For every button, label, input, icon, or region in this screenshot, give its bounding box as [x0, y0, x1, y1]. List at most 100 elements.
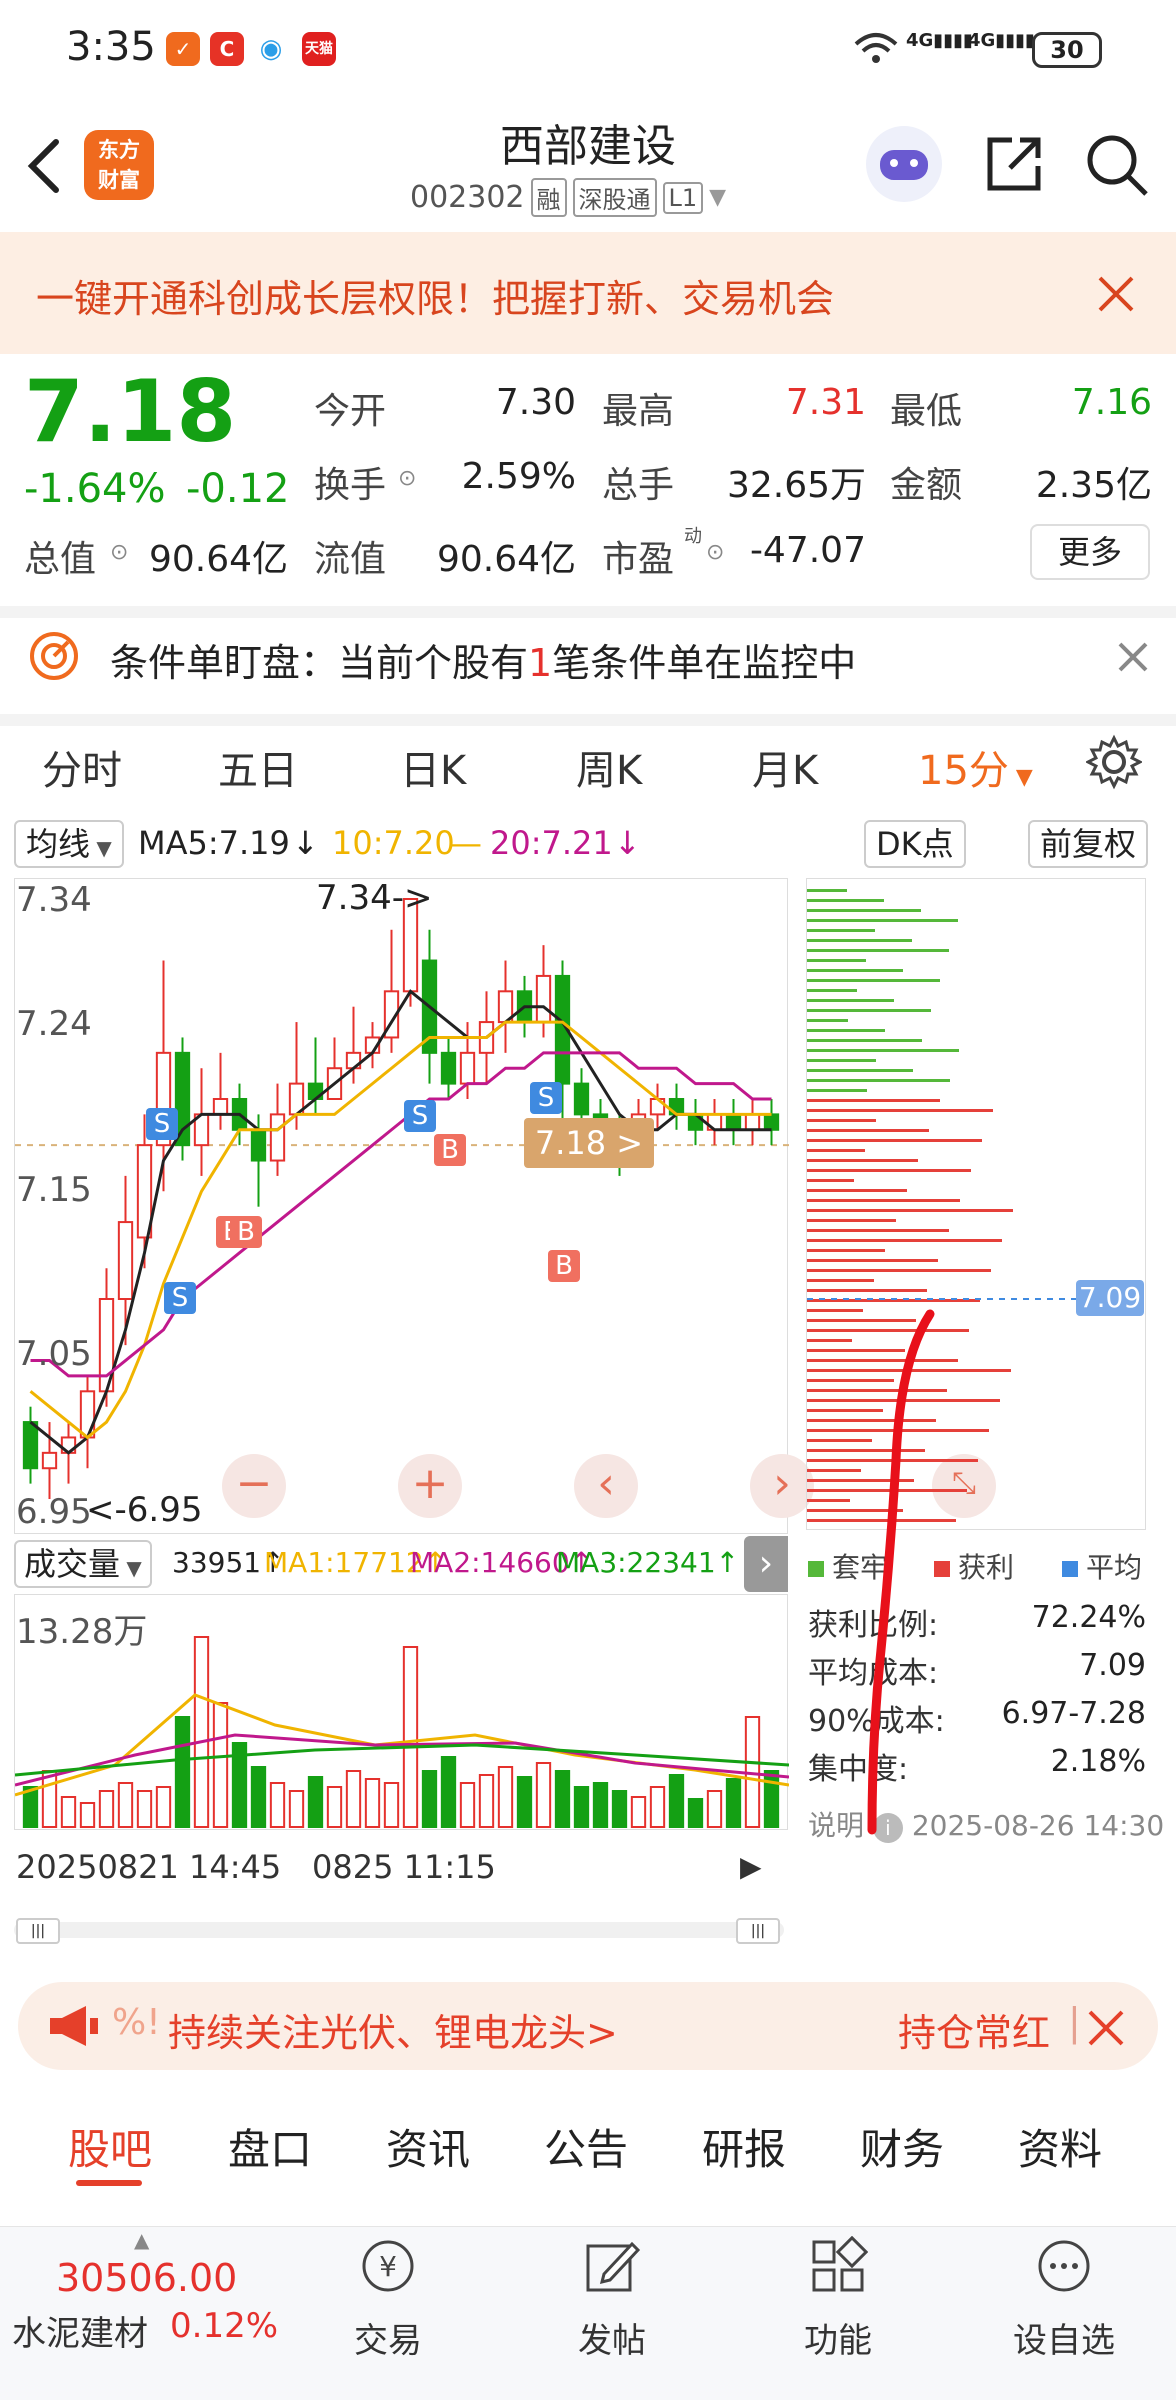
chip-distribution[interactable]	[806, 878, 1146, 1530]
profit-chip-bar	[807, 1159, 918, 1162]
banner-text[interactable]: 一键开通科创成长层权限！把握打新、交易机会	[36, 268, 834, 323]
adjust-button[interactable]: 前复权	[1028, 820, 1149, 868]
tab-15min-label: 15分	[918, 748, 1009, 794]
sell-marker[interactable]: S	[530, 1082, 562, 1114]
tab-weekly[interactable]: 周K	[576, 738, 642, 796]
sell-marker[interactable]: S	[146, 1108, 178, 1140]
close-icon[interactable]	[1086, 2008, 1126, 2048]
volume-bar	[326, 1786, 343, 1828]
chart-scrollbar[interactable]	[14, 1922, 784, 1938]
volume-bar	[250, 1766, 267, 1828]
info-icon[interactable]: ⊙	[706, 540, 724, 565]
sell-marker[interactable]: S	[404, 1100, 436, 1132]
scroll-right-button[interactable]: ›	[750, 1454, 814, 1518]
stock-code-row[interactable]: 002302 融 深股通 L1 ▼	[410, 178, 726, 217]
trapped-chip-bar	[807, 989, 857, 992]
tab-guba[interactable]: 股吧	[68, 2116, 152, 2177]
tab-profile[interactable]: 资料	[1018, 2116, 1102, 2177]
volume-selector-label: 成交量	[24, 1545, 121, 1583]
tab-announcement[interactable]: 公告	[544, 2116, 628, 2177]
tag-margin: 融	[530, 178, 567, 217]
tab-news[interactable]: 资讯	[386, 2116, 470, 2177]
robot-assistant-icon[interactable]	[866, 126, 942, 202]
mktcap-label: 总值	[24, 539, 97, 580]
candle-body	[79, 1390, 96, 1439]
play-icon[interactable]: ▶	[740, 1850, 762, 1883]
volume-selector[interactable]: 成交量 ▼	[14, 1540, 152, 1588]
add-watchlist-button[interactable]: 设自选	[984, 2236, 1144, 2362]
legend-profit-label: 获利	[958, 1551, 1015, 1584]
volume-bar	[79, 1802, 96, 1828]
candle-body	[725, 1113, 742, 1131]
ma10-value: 10:7.20	[332, 824, 455, 862]
profit-chip-bar	[807, 1219, 896, 1222]
scroll-handle-right[interactable]: |||	[736, 1918, 780, 1944]
change-amt: -0.12	[186, 466, 290, 512]
promo-text[interactable]: 持续关注光伏、锂电龙头>	[168, 2002, 618, 2057]
sell-marker[interactable]: S	[164, 1282, 196, 1314]
share-icon[interactable]	[982, 132, 1046, 196]
trade-button[interactable]: ¥ 交易	[308, 2236, 468, 2362]
volume-current-value: 33951	[172, 1546, 262, 1579]
settings-gear-icon[interactable]	[1086, 734, 1142, 790]
ma-selector[interactable]: 均线 ▼	[14, 820, 124, 868]
buy-marker[interactable]: B	[434, 1134, 466, 1166]
close-icon[interactable]	[1096, 274, 1136, 314]
volume-bar	[174, 1716, 191, 1828]
search-icon[interactable]	[1082, 130, 1152, 200]
volume-bar	[440, 1756, 457, 1828]
function-button[interactable]: 功能	[758, 2235, 918, 2362]
post-button[interactable]: 发帖	[532, 2236, 692, 2362]
more-button[interactable]: 更多	[1030, 524, 1150, 580]
info-icon[interactable]: ⊙	[398, 466, 416, 491]
candle-body	[763, 1113, 780, 1131]
scroll-handle-left[interactable]: |||	[16, 1918, 60, 1944]
amount-value: 2.35亿	[1035, 465, 1152, 506]
index-value[interactable]: 30506.00	[56, 2256, 237, 2300]
tab-5day[interactable]: 五日	[218, 738, 298, 796]
tab-pankou[interactable]: 盘口	[228, 2116, 312, 2177]
kline-chart[interactable]	[14, 878, 789, 1534]
close-icon[interactable]	[1116, 640, 1150, 674]
scroll-left-button[interactable]: ‹	[574, 1454, 638, 1518]
volume-bar	[725, 1778, 742, 1828]
tab-monthly[interactable]: 月K	[752, 738, 818, 796]
add-watchlist-label: 设自选	[1013, 2321, 1115, 2361]
volume-bar	[497, 1766, 514, 1828]
volume-max-label: 13.28万	[16, 1612, 148, 1652]
promo-right[interactable]: 持仓常红	[898, 2002, 1050, 2057]
last-price: 7.18	[24, 362, 237, 462]
condition-text[interactable]: 条件单盯盘：当前个股有1笔条件单在监控中	[110, 632, 856, 687]
tab-intraday[interactable]: 分时	[42, 738, 122, 796]
tab-daily[interactable]: 日K	[400, 738, 466, 796]
ma-selector-label: 均线	[26, 825, 91, 863]
profit-chip-bar	[807, 1279, 874, 1282]
vol-ma1-value: MA1:17712	[264, 1546, 424, 1579]
zoom-out-button[interactable]: −	[222, 1454, 286, 1518]
promo-divider: |	[1068, 2000, 1081, 2044]
last-price-tag[interactable]: 7.18 >	[524, 1118, 654, 1168]
volume-bar	[535, 1762, 552, 1828]
info-icon[interactable]: ⊙	[110, 540, 128, 565]
mktcap-value: 90.64亿	[148, 539, 288, 580]
trapped-chip-bar	[807, 929, 875, 932]
expand-panel-button[interactable]: ›	[744, 1536, 788, 1592]
index-name[interactable]: 水泥建材	[12, 2306, 148, 2355]
ma5-value: MA5:7.19	[138, 824, 290, 862]
profit-chip-bar	[807, 1259, 938, 1262]
dk-point-button[interactable]: DK点	[864, 820, 966, 868]
volume-bar	[269, 1782, 286, 1828]
trapped-chip-bar	[807, 1049, 959, 1052]
volume-bar	[649, 1786, 666, 1828]
buy-marker[interactable]: B	[548, 1250, 580, 1282]
zoom-in-button[interactable]: +	[398, 1454, 462, 1518]
stat-profit-ratio-value: 72.24%	[1031, 1600, 1146, 1635]
signal-2-icon: 4G▮▮▮▮	[968, 30, 1035, 51]
volume-bar	[516, 1776, 533, 1828]
trapped-chip-bar	[807, 1069, 913, 1072]
buy-marker[interactable]: B	[230, 1216, 262, 1248]
tab-research[interactable]: 研报	[702, 2116, 786, 2177]
tab-finance[interactable]: 财务	[860, 2116, 944, 2177]
condition-suffix: 笔条件单在监控中	[552, 641, 857, 685]
tab-15min[interactable]: 15分 ▼	[918, 738, 1033, 796]
